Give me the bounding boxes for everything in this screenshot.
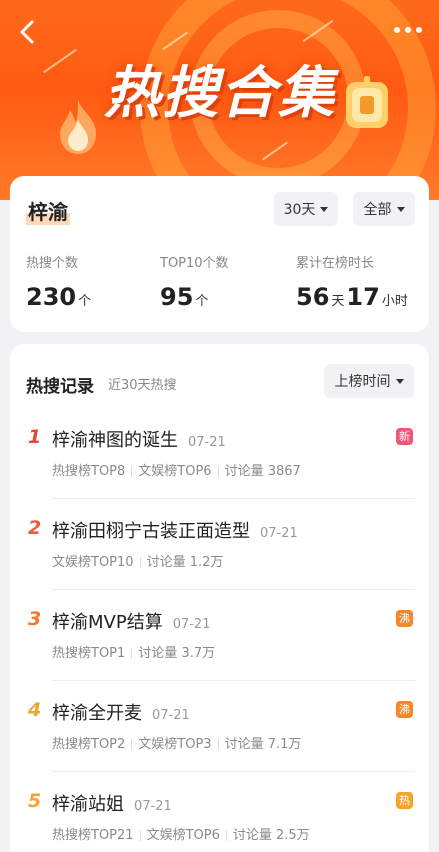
record-divider (52, 680, 415, 681)
record-divider (52, 771, 415, 772)
record-title-text: 梓渝全开麦 (52, 703, 142, 724)
banner-title: 热搜合集 (104, 61, 336, 126)
record-date: 07-21 (172, 617, 211, 632)
record-date: 07-21 (134, 799, 172, 814)
record-meta-item: 讨论量 7.1万 (224, 737, 302, 752)
stat-unit: 个 (195, 294, 209, 309)
stat-number: 230 (26, 283, 77, 311)
record-meta: 热搜榜TOP2 文娱榜TOP3 讨论量 7.1万 (52, 733, 301, 752)
record-meta: 文娱榜TOP10 讨论量 1.2万 (52, 551, 223, 570)
subject-name: 梓渝 (26, 196, 70, 225)
stat-label: TOP10个数 (160, 256, 229, 271)
record-meta-item: 讨论量 3867 (224, 464, 301, 479)
meta-separator (139, 557, 141, 568)
record-item[interactable]: 1 梓渝神图的诞生 07-21 热搜榜TOP8 文娱榜TOP6 讨论量 3867 新 (10, 422, 429, 512)
sort-dropdown[interactable]: 上榜时间 (324, 364, 414, 398)
record-title: 梓渝神图的诞生 07-21 (52, 426, 226, 452)
meta-separator (225, 830, 227, 841)
record-title: 梓渝站姐 07-21 (52, 790, 172, 816)
record-item[interactable]: 2 梓渝田栩宁古装正面造型 07-21 文娱榜TOP10 讨论量 1.2万 (10, 513, 429, 603)
range-filter-label: 30天 (283, 202, 316, 218)
stat-top10-count: TOP10个数 95 个 (160, 252, 229, 311)
stat-days-unit: 天 (331, 294, 345, 309)
record-meta-item: 热搜榜TOP1 (52, 646, 126, 661)
stat-hours: 17 (346, 283, 380, 311)
record-divider (52, 498, 415, 499)
sort-label: 上榜时间 (334, 374, 391, 390)
chevron-down-icon (396, 206, 405, 212)
records-subtitle: 近30天热搜 (108, 378, 177, 393)
record-date: 07-21 (188, 435, 226, 450)
record-item[interactable]: 3 梓渝MVP结算 07-21 热搜榜TOP1 讨论量 3.7万 沸 (10, 604, 429, 694)
chevron-down-icon (320, 206, 329, 212)
record-badge: 沸 (396, 701, 413, 718)
stat-days: 56 (296, 283, 330, 311)
record-title-text: 梓渝田栩宁古装正面造型 (52, 521, 250, 542)
record-rank: 2 (28, 517, 42, 539)
record-title: 梓渝MVP结算 07-21 (52, 608, 210, 634)
meta-separator (217, 739, 219, 750)
stat-total-duration: 累计在榜时长 56 天17 小时 (296, 252, 410, 311)
record-meta-item: 讨论量 3.7万 (138, 646, 216, 661)
records-title: 热搜记录 (26, 377, 94, 397)
meta-separator (217, 466, 219, 477)
record-meta-item: 热搜榜TOP2 (52, 737, 126, 752)
record-title-text: 梓渝站姐 (52, 794, 124, 815)
record-badge: 热 (396, 792, 413, 809)
chevron-down-icon (395, 378, 404, 384)
record-date: 07-21 (260, 526, 298, 541)
record-badge: 新 (396, 428, 413, 445)
category-filter-dropdown[interactable]: 全部 (353, 192, 415, 226)
category-filter-label: 全部 (363, 202, 392, 218)
record-rank: 5 (28, 790, 42, 812)
record-divider (52, 589, 415, 590)
record-title-text: 梓渝神图的诞生 (52, 430, 178, 451)
stat-value: 230 个 (26, 283, 93, 311)
back-icon[interactable] (14, 18, 42, 46)
record-meta: 热搜榜TOP8 文娱榜TOP6 讨论量 3867 (52, 460, 301, 479)
record-meta: 热搜榜TOP21 文娱榜TOP6 讨论量 2.5万 (52, 824, 310, 843)
record-rank: 3 (28, 608, 42, 630)
stat-hot-search-count: 热搜个数 230 个 (26, 252, 93, 311)
record-item[interactable]: 5 梓渝站姐 07-21 热搜榜TOP21 文娱榜TOP6 讨论量 2.5万 热 (10, 786, 429, 852)
stat-label: 热搜个数 (26, 256, 79, 271)
stat-number: 95 (160, 283, 194, 311)
banner: 热搜合集 (0, 0, 439, 200)
record-title-text: 梓渝MVP结算 (52, 612, 163, 633)
meta-separator (131, 739, 133, 750)
record-badge: 沸 (396, 610, 413, 627)
stat-hours-unit: 小时 (381, 294, 408, 309)
fire-icon (60, 100, 96, 154)
record-meta-item: 热搜榜TOP8 (52, 464, 126, 479)
record-meta: 热搜榜TOP1 讨论量 3.7万 (52, 642, 215, 661)
record-meta-item: 讨论量 2.5万 (232, 828, 310, 843)
stat-label: 累计在榜时长 (296, 256, 375, 271)
record-meta-item: 文娱榜TOP6 (138, 464, 212, 479)
record-date: 07-21 (152, 708, 190, 723)
meta-separator (131, 648, 133, 659)
stat-value: 56 天17 小时 (296, 283, 410, 311)
range-filter-dropdown[interactable]: 30天 (274, 192, 338, 226)
record-meta-item: 热搜榜TOP21 (52, 828, 134, 843)
record-title: 梓渝全开麦 07-21 (52, 699, 190, 725)
stat-value: 95 个 (160, 283, 229, 311)
meta-separator (131, 466, 133, 477)
record-rank: 4 (28, 699, 42, 721)
record-meta-item: 讨论量 1.2万 (146, 555, 224, 570)
record-title: 梓渝田栩宁古装正面造型 07-21 (52, 517, 298, 543)
meta-separator (139, 830, 141, 841)
record-meta-item: 文娱榜TOP10 (52, 555, 134, 570)
stat-unit: 个 (78, 294, 92, 309)
record-item[interactable]: 4 梓渝全开麦 07-21 热搜榜TOP2 文娱榜TOP3 讨论量 7.1万 沸 (10, 695, 429, 785)
banner-streak (43, 48, 77, 74)
record-rank: 1 (28, 426, 42, 448)
more-icon[interactable] (391, 18, 425, 42)
record-meta-item: 文娱榜TOP6 (146, 828, 220, 843)
records-card: 热搜记录 近30天热搜 上榜时间 1 梓渝神图的诞生 07-21 热搜榜TOP8 文娱榜… (10, 344, 429, 852)
summary-card: 梓渝 30天 全部 热搜个数 230 个 TOP10个数 95 个 累计在榜时长 5… (10, 176, 429, 332)
page: 热搜合集 梓渝 30天 全部 热搜个数 230 个 TOP10个数 95 个 累… (0, 0, 439, 852)
record-meta-item: 文娱榜TOP3 (138, 737, 212, 752)
medal-icon (346, 76, 388, 128)
